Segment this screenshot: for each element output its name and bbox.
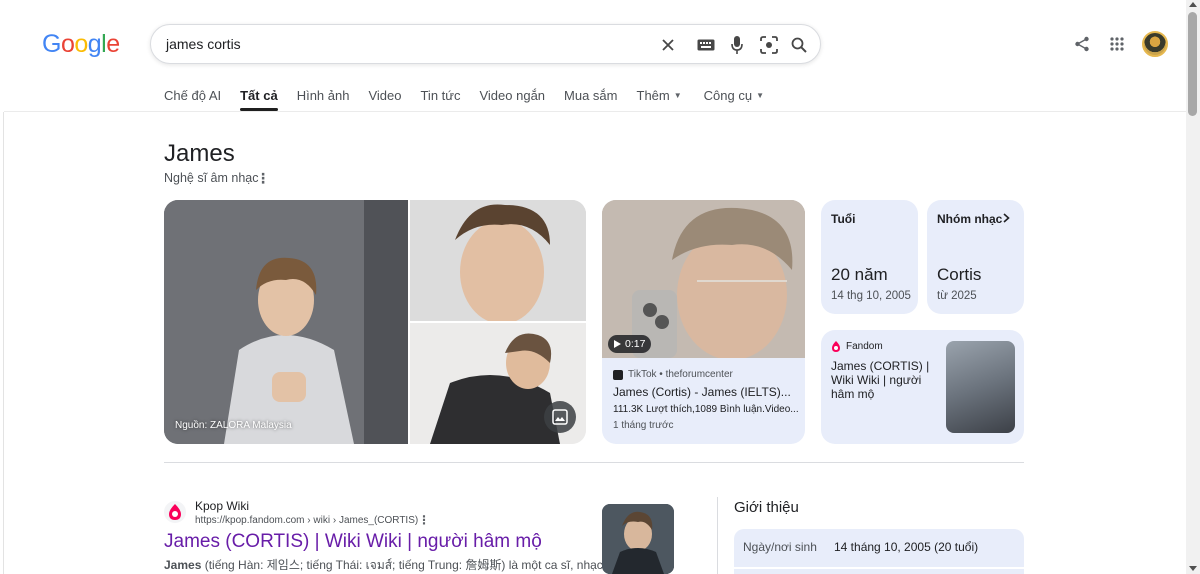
google-logo[interactable]: Google	[42, 30, 120, 59]
tab-more-label: Thêm	[636, 88, 670, 103]
scrollbar-thumb[interactable]	[1188, 12, 1197, 116]
lens-icon[interactable]	[759, 35, 779, 55]
fandom-source: Fandom	[831, 341, 883, 352]
tab-news[interactable]: Tin tức	[420, 88, 460, 112]
result-title-link[interactable]: James (CORTIS) | Wiki Wiki | người hâm m…	[164, 531, 542, 553]
band-label: Nhóm nhạc	[937, 212, 1003, 226]
profile-avatar[interactable]	[1142, 31, 1168, 57]
intro-key: Ngày/nơi sinh	[743, 540, 817, 554]
entity-photo-main[interactable]	[164, 200, 408, 444]
intro-row-divider	[734, 567, 1024, 569]
age-label: Tuổi	[831, 212, 856, 226]
video-meta: 111.3K Lượt thích,1089 Bình luận.Video..…	[613, 404, 799, 415]
search-tabs: Chế độ AI Tất cả Hình ảnh Video Tin tức …	[164, 88, 783, 112]
entity-photo-2[interactable]	[410, 200, 586, 321]
keyboard-icon[interactable]	[696, 35, 716, 55]
tab-images[interactable]: Hình ảnh	[297, 88, 350, 112]
video-card[interactable]: TikTok • theforumcenter James (Cortis) -…	[602, 358, 805, 444]
caret-down-icon: ▼	[756, 91, 764, 100]
video-time: 1 tháng trước	[613, 420, 674, 431]
site-favicon[interactable]	[164, 501, 186, 523]
fandom-icon	[832, 341, 840, 352]
video-duration: 0:17	[625, 338, 646, 350]
column-divider	[717, 497, 718, 574]
section-divider	[164, 462, 1024, 463]
fandom-card[interactable]: Fandom James (CORTIS) | Wiki Wiki | ngườ…	[821, 330, 1024, 444]
tab-more[interactable]: Thêm ▼	[637, 88, 682, 112]
tab-short-videos[interactable]: Video ngắn	[479, 88, 545, 112]
tab-ai-mode[interactable]: Chế độ AI	[164, 88, 221, 112]
result-options-icon[interactable]: ⋮	[418, 513, 430, 527]
age-card[interactable]: Tuổi 20 năm 14 thg 10, 2005	[821, 200, 918, 314]
result-site-name[interactable]: Kpop Wiki	[195, 499, 249, 513]
video-source-label: TikTok • theforumcenter	[628, 369, 733, 380]
age-value: 20 năm	[831, 265, 888, 284]
apps-grid-icon[interactable]	[1107, 34, 1127, 54]
fandom-title[interactable]: James (CORTIS) | Wiki Wiki | người hâm m…	[831, 359, 941, 401]
snippet-bold: James	[164, 558, 202, 572]
share-icon[interactable]	[1072, 34, 1092, 54]
left-edge-line	[3, 112, 4, 574]
search-box[interactable]: james cortis	[150, 24, 821, 64]
intro-table: Ngày/nơi sinh 14 tháng 10, 2005 (20 tuổi…	[734, 529, 1024, 574]
snippet-text: (tiếng Hàn: 제임스; tiếng Thái: เจมส์; tiến…	[201, 558, 619, 572]
band-card[interactable]: Nhóm nhạc Cortis từ 2025	[927, 200, 1024, 314]
tab-all[interactable]: Tất cả	[240, 88, 278, 112]
band-value: Cortis	[937, 265, 982, 284]
tab-shopping[interactable]: Mua sắm	[564, 88, 617, 112]
search-input[interactable]: james cortis	[166, 36, 241, 52]
fandom-icon	[169, 504, 181, 520]
birth-date: 14 thg 10, 2005	[831, 290, 911, 302]
search-icon[interactable]	[789, 35, 809, 55]
header-divider	[4, 111, 1186, 112]
tab-tools[interactable]: Công cụ ▼	[704, 88, 764, 112]
image-source-label: Nguồn: ZALORA Malaysia	[175, 420, 292, 431]
scroll-down-arrow[interactable]	[1189, 566, 1197, 571]
video-duration-badge: 0:17	[608, 335, 652, 353]
result-thumbnail[interactable]	[602, 504, 674, 574]
mic-icon[interactable]	[727, 35, 747, 55]
more-images-button[interactable]	[544, 401, 576, 433]
video-title[interactable]: James (Cortis) - James (IELTS)...	[613, 385, 791, 399]
intro-value: 14 tháng 10, 2005 (20 tuổi)	[834, 540, 979, 554]
play-icon	[614, 340, 621, 348]
clear-icon[interactable]	[658, 35, 678, 55]
tab-tools-label: Công cụ	[703, 88, 753, 103]
entity-title: James	[164, 140, 235, 167]
video-source: TikTok • theforumcenter	[613, 369, 733, 380]
entity-subtitle: Nghệ sĩ âm nhạc	[164, 171, 259, 185]
tiktok-icon	[613, 369, 623, 380]
chevron-right-icon	[1003, 212, 1010, 226]
result-snippet: James (tiếng Hàn: 제임스; tiếng Thái: เจมส์…	[164, 556, 619, 574]
result-url[interactable]: https://kpop.fandom.com › wiki › James_(…	[195, 515, 418, 526]
intro-heading: Giới thiệu	[734, 499, 799, 516]
band-since: từ 2025	[937, 290, 977, 302]
scroll-up-arrow[interactable]	[1189, 2, 1197, 7]
fandom-source-label: Fandom	[846, 341, 883, 352]
fandom-thumbnail	[946, 341, 1015, 433]
more-options-icon[interactable]: ⋮	[256, 170, 270, 187]
tab-videos[interactable]: Video	[368, 88, 401, 112]
caret-down-icon: ▼	[673, 91, 682, 100]
